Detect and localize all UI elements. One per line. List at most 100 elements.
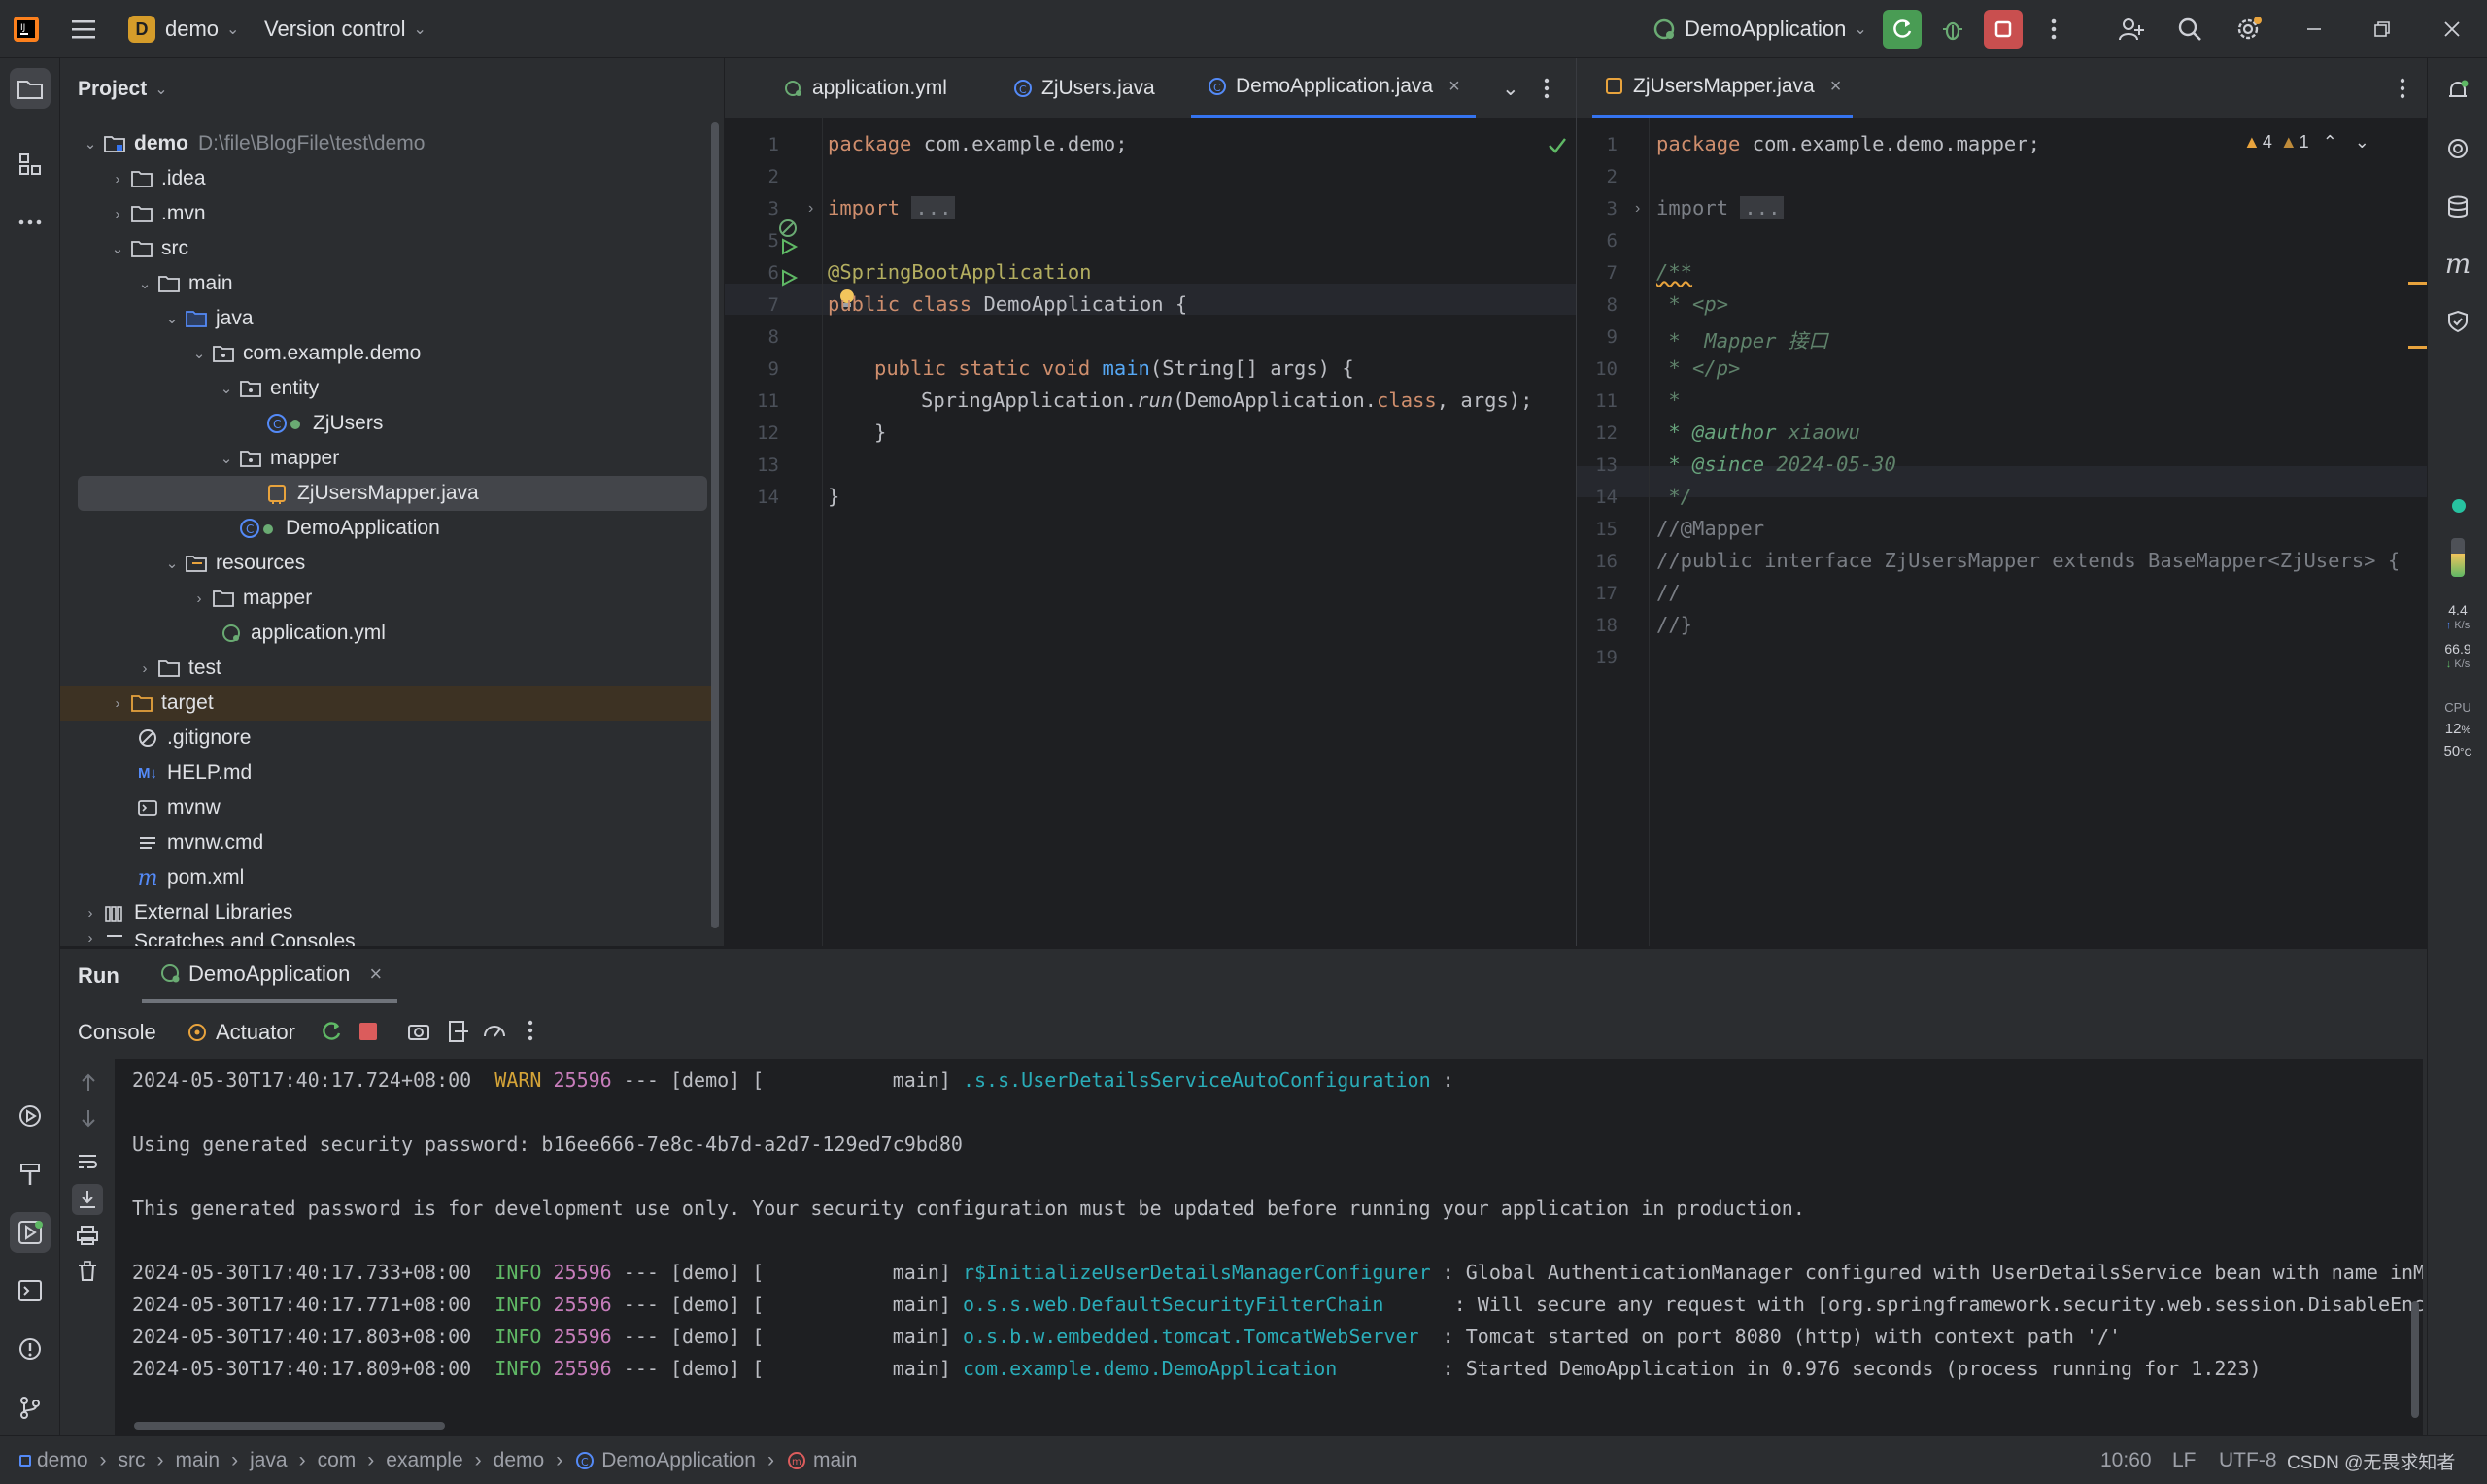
project-selector[interactable]: D demo ⌄: [128, 0, 239, 58]
breadcrumb-item[interactable]: demo: [494, 1449, 545, 1472]
tree-item-help-md[interactable]: M↓ HELP.md: [60, 756, 717, 791]
print-icon[interactable]: [76, 1225, 99, 1252]
tree-item-demoapplication[interactable]: C DemoApplication: [60, 511, 717, 546]
close-tab-icon[interactable]: ×: [1448, 76, 1460, 98]
file-encoding[interactable]: UTF-8: [2219, 1436, 2277, 1484]
more-actions-icon[interactable]: [2034, 10, 2073, 49]
inspection-widget[interactable]: ▲ 4 ▲ 1 ⌃ ⌄: [2243, 132, 2369, 152]
exit-icon[interactable]: [445, 1019, 470, 1050]
tree-item-zjusers[interactable]: C ZjUsers: [60, 406, 717, 441]
git-icon[interactable]: [10, 1387, 51, 1428]
database-icon[interactable]: [2437, 186, 2478, 227]
ai-assistant-icon[interactable]: [2437, 128, 2478, 169]
breadcrumb-item[interactable]: main: [813, 1449, 858, 1472]
console-tab[interactable]: Console: [78, 1007, 156, 1058]
chevron-up-icon[interactable]: ⌃: [2323, 132, 2337, 152]
tree-item-gitignore[interactable]: .gitignore: [60, 721, 717, 756]
profiler-icon[interactable]: [482, 1019, 509, 1050]
tree-item-mapper[interactable]: ⌄ mapper: [60, 441, 717, 476]
warning-stripe[interactable]: [2408, 346, 2428, 349]
minimize-window-icon[interactable]: [2295, 10, 2334, 49]
close-tab-icon[interactable]: ×: [369, 961, 382, 987]
problems-icon[interactable]: [10, 1329, 51, 1369]
run-tool-icon[interactable]: [10, 1212, 51, 1253]
vertical-scrollbar[interactable]: [2411, 1301, 2419, 1418]
intellij-logo-icon[interactable]: IJ: [12, 0, 41, 58]
tree-item-src[interactable]: ⌄ src: [60, 231, 717, 266]
tree-item-external-libraries[interactable]: › External Libraries: [60, 895, 717, 930]
close-tab-icon[interactable]: ×: [1830, 76, 1842, 98]
warning-stripe[interactable]: [2408, 282, 2428, 285]
horizontal-scrollbar[interactable]: [134, 1422, 445, 1430]
soft-wrap-icon[interactable]: [76, 1151, 99, 1178]
structure-icon[interactable]: [10, 144, 51, 185]
tab-demoapplication-java[interactable]: C DemoApplication.java ×: [1191, 58, 1476, 118]
breadcrumb-item[interactable]: main: [176, 1449, 221, 1472]
breadcrumb-item[interactable]: java: [250, 1449, 288, 1472]
more-actions-icon[interactable]: [527, 1019, 534, 1048]
debug-icon[interactable]: [1933, 10, 1972, 49]
code-with-me-icon[interactable]: [2112, 10, 2151, 49]
breadcrumb-item[interactable]: DemoApplication: [601, 1449, 756, 1472]
tab-list-chevron-icon[interactable]: ⌄: [1502, 58, 1519, 118]
rerun-icon[interactable]: [319, 1019, 344, 1050]
settings-gear-icon[interactable]: [2229, 10, 2267, 49]
build-hammer-icon[interactable]: [10, 1154, 51, 1195]
tree-item-demo[interactable]: ⌄ demo D:\file\BlogFile\test\demo: [60, 126, 717, 161]
scroll-up-icon[interactable]: [78, 1071, 99, 1098]
more-tools-icon[interactable]: [10, 202, 51, 243]
fold-chevron-icon[interactable]: ›: [1635, 200, 1640, 218]
version-control-menu[interactable]: Version control ⌄: [264, 0, 426, 58]
tree-item-scratches[interactable]: › Scratches and Consoles: [60, 930, 717, 946]
project-scrollbar[interactable]: [711, 122, 719, 928]
run-config-selector[interactable]: DemoApplication ⌄: [1652, 0, 1867, 58]
actuator-tab[interactable]: Actuator: [187, 1007, 295, 1058]
breadcrumb-item[interactable]: example: [386, 1449, 462, 1472]
stop-icon[interactable]: [358, 1021, 379, 1048]
camera-dump-icon[interactable]: [406, 1019, 431, 1050]
tree-item-entity[interactable]: ⌄ entity: [60, 371, 717, 406]
tree-item-zjusersmapper-java[interactable]: ZjUsersMapper.java: [78, 476, 707, 511]
scroll-down-icon[interactable]: [78, 1108, 99, 1135]
run-gutter-icon[interactable]: [779, 268, 799, 293]
breadcrumb-item[interactable]: demo: [37, 1449, 88, 1472]
tree-item-mvn[interactable]: › .mvn: [60, 196, 717, 231]
caret-position[interactable]: 10:60: [2100, 1436, 2152, 1484]
code-area-left[interactable]: 1 2 3 5 6 7 8 9 11 12 13 14 › package co…: [725, 118, 1576, 946]
tree-item-mvnw-cmd[interactable]: mvnw.cmd: [60, 826, 717, 860]
tree-item-test[interactable]: › test: [60, 651, 717, 686]
tree-item-com-example-demo[interactable]: ⌄ com.example.demo: [60, 336, 717, 371]
project-panel-header[interactable]: Project ⌄: [78, 58, 168, 120]
fold-chevron-icon[interactable]: ›: [808, 200, 813, 218]
tree-item-resources-mapper[interactable]: › mapper: [60, 581, 717, 616]
tree-item-pom-xml[interactable]: m pom.xml: [60, 860, 717, 895]
code-area-right[interactable]: 1 2 3 6 7 8 9 10 11 12 13 14 15 16 17 18…: [1577, 118, 2428, 946]
tree-item-java[interactable]: ⌄ java: [60, 301, 717, 336]
tab-application-yml[interactable]: application.yml: [783, 58, 947, 118]
notifications-bell-icon[interactable]: [2437, 70, 2478, 111]
editor-more-icon[interactable]: [2399, 58, 2406, 118]
tree-item-mvnw[interactable]: mvnw: [60, 791, 717, 826]
tree-item-main[interactable]: ⌄ main: [60, 266, 717, 301]
tree-item-application-yml[interactable]: application.yml: [60, 616, 717, 651]
line-separator[interactable]: LF: [2172, 1436, 2197, 1484]
tab-zjusers-java[interactable]: C ZjUsers.java: [1012, 58, 1155, 118]
breadcrumb-item[interactable]: com: [318, 1449, 357, 1472]
main-menu-icon[interactable]: [70, 0, 97, 58]
terminal-icon[interactable]: [10, 1270, 51, 1311]
tree-item-target[interactable]: › target: [60, 686, 717, 721]
scroll-to-end-icon[interactable]: [72, 1184, 103, 1215]
rerun-button[interactable]: [1883, 10, 1922, 49]
close-window-icon[interactable]: [2433, 10, 2471, 49]
breadcrumb-item[interactable]: src: [119, 1449, 146, 1472]
project-folder-icon[interactable]: [10, 68, 51, 109]
restore-window-icon[interactable]: [2363, 10, 2402, 49]
console-output[interactable]: 2024-05-30T17:40:17.724+08:00 WARN 25596…: [115, 1059, 2423, 1435]
security-shield-icon[interactable]: [2437, 301, 2478, 342]
run-gutter-icon[interactable]: [779, 237, 799, 262]
run-tab-demoapplication[interactable]: DemoApplication ×: [142, 949, 398, 1003]
tab-zjusersmapper-java[interactable]: ZjUsersMapper.java ×: [1592, 58, 1854, 118]
search-icon[interactable]: [2170, 10, 2209, 49]
services-icon[interactable]: [10, 1096, 51, 1136]
chevron-down-icon[interactable]: ⌄: [2355, 132, 2369, 152]
